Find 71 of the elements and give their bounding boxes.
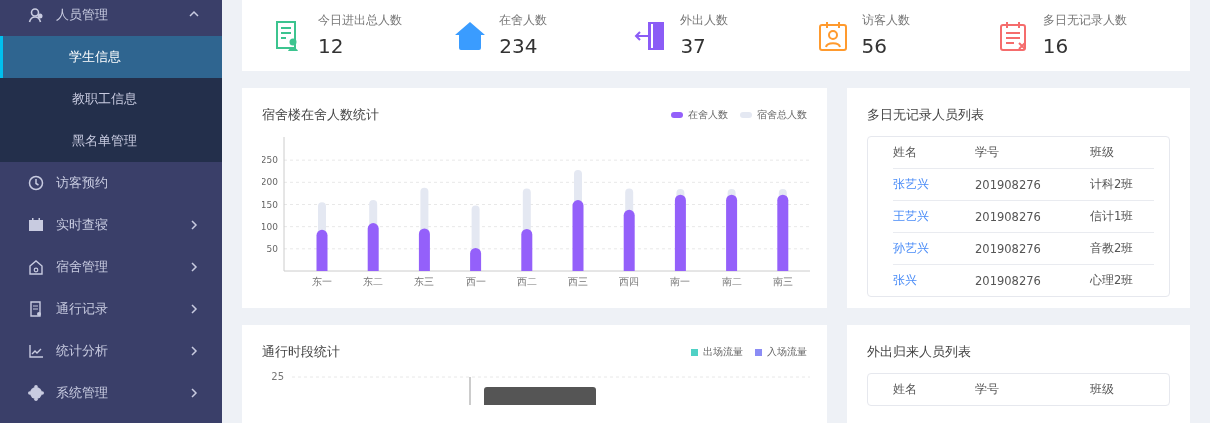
axis-label: 东一 xyxy=(312,276,332,287)
legend-label: 在舍人数 xyxy=(688,108,728,122)
axis-label: 50 xyxy=(266,243,278,254)
name-link[interactable]: 张兴 xyxy=(893,273,975,288)
axis-label: 25 xyxy=(271,371,284,382)
table-cell-text: 信计1班 xyxy=(1090,209,1135,224)
list-title: 多日无记录人员列表 xyxy=(867,106,985,124)
table-cell-text: 201908276 xyxy=(975,273,1042,288)
stat-value: 37 xyxy=(680,34,707,58)
axis-label: 150 xyxy=(262,199,278,210)
legend-label: 入场流量 xyxy=(767,345,807,359)
stat-value: 16 xyxy=(1042,34,1070,58)
table-cell-text: 201908276 xyxy=(975,241,1042,256)
axis-label: 西四 xyxy=(619,276,640,287)
axis-label: 东三 xyxy=(414,276,435,287)
menu-item[interactable]: 实时查寝 xyxy=(0,204,222,246)
chart-title: 宿舍楼在舍人数统计 xyxy=(262,106,379,124)
list-title: 外出归来人员列表 xyxy=(867,343,972,361)
legend-label: 宿舍总人数 xyxy=(757,108,807,122)
legend-label: 出场流量 xyxy=(703,345,743,359)
submenu-item[interactable]: 教职工信息 xyxy=(0,78,222,120)
submenu-item[interactable]: 学生信息 xyxy=(0,36,222,78)
menu-item[interactable]: 人员管理 xyxy=(0,0,222,36)
line-chart-icon xyxy=(28,343,44,359)
column-header: 班级 xyxy=(1090,145,1115,160)
submenu-item[interactable]: 黑名单管理 xyxy=(0,120,222,162)
table-cell-text: 音教2班 xyxy=(1090,241,1135,256)
chart-title: 通行时段统计 xyxy=(262,343,340,361)
stat-label: 在舍人数 xyxy=(499,13,548,28)
name-link[interactable]: 孙艺兴 xyxy=(893,241,975,256)
cursor-line xyxy=(469,376,471,405)
column-header: 姓名 xyxy=(893,145,918,160)
bar xyxy=(623,209,635,271)
table-cell-text: 计科2班 xyxy=(1090,177,1135,192)
column-header: 班级 xyxy=(1090,382,1115,397)
stat-label: 多日无记录人数 xyxy=(1042,13,1127,28)
axis-label: 南三 xyxy=(772,276,793,287)
gear-icon xyxy=(28,385,44,401)
clock-icon xyxy=(28,175,44,191)
name-link[interactable]: 张艺兴 xyxy=(893,177,975,192)
menu-item[interactable]: 访客预约 xyxy=(0,162,222,204)
stat-label: 外出人数 xyxy=(680,13,729,28)
axis-label: 东二 xyxy=(363,276,384,287)
stat-value: 56 xyxy=(861,34,889,58)
axis-label: 西三 xyxy=(568,276,588,287)
axis-label: 西二 xyxy=(516,276,537,287)
menu-item[interactable]: 通行记录 xyxy=(0,288,222,330)
house-lock-icon xyxy=(28,259,44,275)
stat-value: 12 xyxy=(318,34,345,58)
axis-label: 西一 xyxy=(465,276,486,287)
column-header: 姓名 xyxy=(893,382,918,397)
axis-label: 100 xyxy=(262,221,278,232)
table-cell-text: 201908276 xyxy=(975,177,1042,192)
axis-label: 南一 xyxy=(670,276,691,287)
menu-item[interactable]: 系统管理 xyxy=(0,372,222,414)
menu-item[interactable]: 宿舍管理 xyxy=(0,246,222,288)
axis-label: 南二 xyxy=(721,276,742,287)
stat-value: 234 xyxy=(499,34,539,58)
document-icon xyxy=(28,301,44,317)
column-header: 学号 xyxy=(975,145,1000,160)
person-icon xyxy=(28,7,44,23)
table-cell-text: 201908276 xyxy=(975,209,1042,224)
menu-item[interactable]: 统计分析 xyxy=(0,330,222,372)
column-header: 学号 xyxy=(975,382,1000,397)
calendar-icon xyxy=(28,217,44,233)
axis-label: 200 xyxy=(262,177,278,188)
axis-label: 250 xyxy=(262,155,278,166)
stat-label: 访客人数 xyxy=(861,13,910,28)
stat-label: 今日进出总人数 xyxy=(318,13,402,28)
table-cell-text: 心理2班 xyxy=(1090,273,1135,288)
name-link[interactable]: 王艺兴 xyxy=(893,209,975,224)
